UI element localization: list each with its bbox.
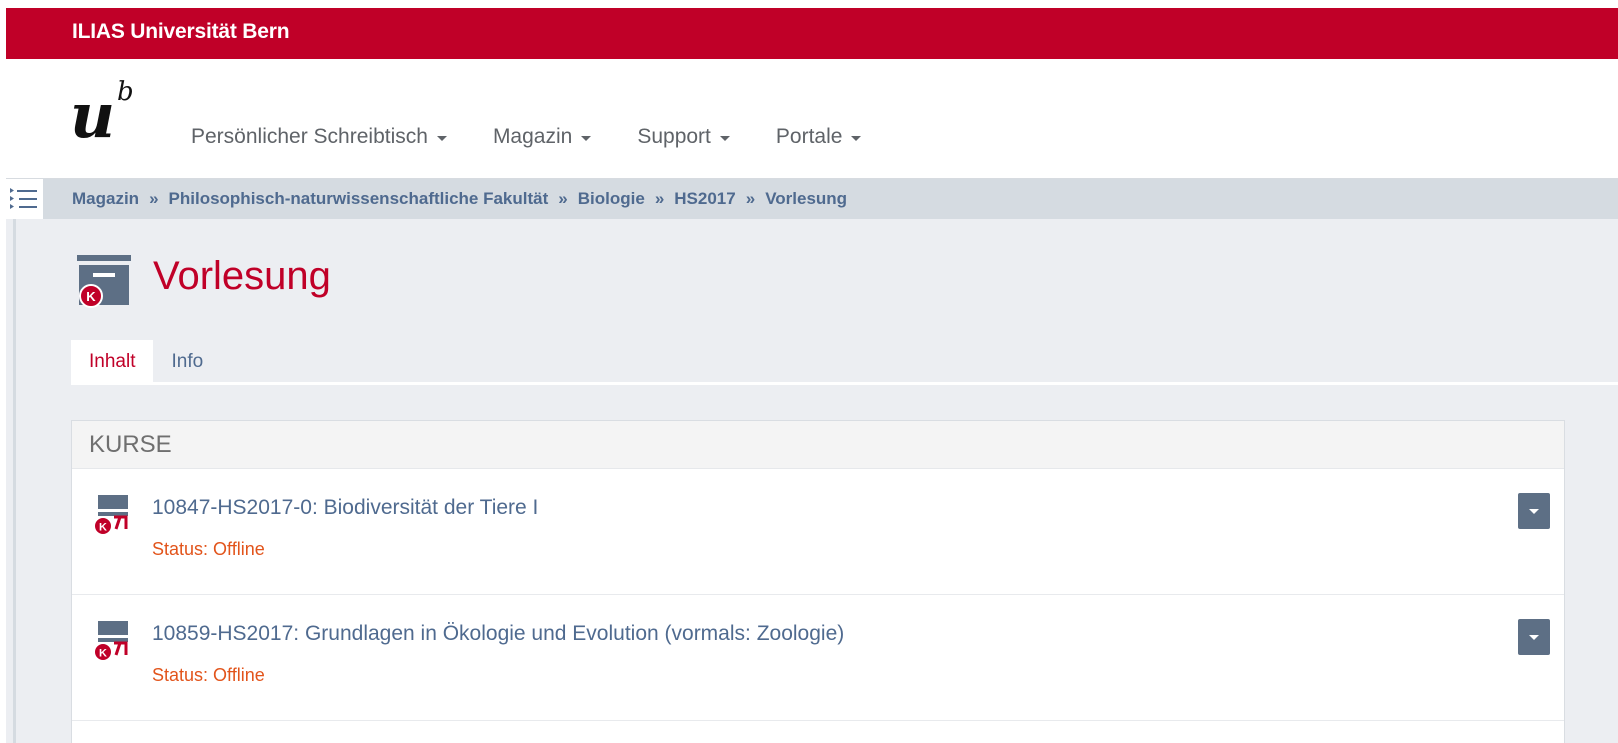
panel-header: KURSE: [72, 421, 1564, 469]
tab-content[interactable]: Inhalt: [71, 340, 154, 383]
left-rail: [13, 219, 16, 743]
course-icon: K: [92, 619, 132, 668]
logo-superscript: b: [117, 77, 134, 107]
breadcrumb-separator: »: [558, 189, 568, 208]
nav-label: Magazin: [492, 125, 573, 148]
nav-support[interactable]: Support: [637, 125, 730, 149]
svg-text:K: K: [86, 289, 96, 304]
breadcrumb-repository[interactable]: Magazin: [72, 189, 139, 209]
actions-dropdown-button[interactable]: [1518, 493, 1550, 529]
breadcrumb: Magazin » Philosophisch-naturwissenschaf…: [72, 189, 847, 209]
course-status: Status: Offline: [152, 539, 265, 559]
header: u b Persönlicher Schreibtisch Magazin Su…: [6, 59, 1618, 179]
nav-repository[interactable]: Magazin: [492, 125, 592, 149]
course-status: Status: Offline: [152, 665, 265, 685]
breadcrumb-faculty[interactable]: Philosophisch-naturwissenschaftliche Fak…: [169, 189, 549, 209]
app-frame: ILIAS Universität Bern u b Persönlicher …: [6, 8, 1618, 743]
nav-label: Support: [637, 125, 711, 148]
top-bar: ILIAS Universität Bern: [6, 8, 1618, 59]
nav-label: Portale: [775, 125, 843, 148]
panel-title: KURSE: [89, 431, 172, 458]
tree-toggle-button[interactable]: [6, 179, 43, 219]
logo-letter: u: [70, 79, 116, 152]
tab-underline: [71, 382, 1618, 385]
university-logo[interactable]: u b: [70, 77, 140, 152]
breadcrumb-separator: »: [654, 189, 665, 208]
list-item: K 10859-HS2017: Grundlagen in Ökologie u…: [72, 595, 1564, 721]
tab-info[interactable]: Info: [153, 340, 221, 383]
list-item: K 10847-HS2017-0: Biodiversität der Tier…: [72, 469, 1564, 595]
nav-portals[interactable]: Portale: [776, 125, 862, 149]
breadcrumb-semester[interactable]: HS2017: [674, 189, 735, 209]
svg-text:K: K: [99, 648, 107, 660]
tab-bar: Inhalt Info: [71, 340, 221, 383]
tree-list-icon: [10, 188, 37, 209]
actions-dropdown-button[interactable]: [1518, 619, 1550, 655]
page-title: Vorlesung: [153, 254, 331, 298]
nav-label: Persönlicher Schreibtisch: [191, 125, 428, 148]
category-icon: K: [75, 253, 133, 316]
caret-down-icon: [851, 136, 862, 141]
main-nav: Persönlicher Schreibtisch Magazin Suppor…: [191, 125, 907, 149]
breadcrumb-separator: »: [745, 189, 756, 208]
caret-down-icon: [436, 136, 447, 141]
course-title-link[interactable]: 10859-HS2017: Grundlagen in Ökologie und…: [152, 622, 844, 646]
nav-personal-desktop[interactable]: Persönlicher Schreibtisch: [191, 125, 447, 149]
caret-down-icon: [719, 136, 730, 141]
site-title[interactable]: ILIAS Universität Bern: [72, 20, 290, 44]
svg-text:K: K: [99, 522, 107, 534]
course-icon: K: [92, 493, 132, 542]
courses-panel: KURSE K 10847-HS2017-0: Biodiversität de…: [71, 420, 1565, 743]
breadcrumb-biology[interactable]: Biologie: [578, 189, 645, 209]
breadcrumb-separator: »: [149, 189, 159, 208]
course-title-link[interactable]: 10847-HS2017-0: Biodiversität der Tiere …: [152, 496, 538, 520]
caret-down-icon: [581, 136, 592, 141]
breadcrumb-current[interactable]: Vorlesung: [765, 189, 847, 209]
